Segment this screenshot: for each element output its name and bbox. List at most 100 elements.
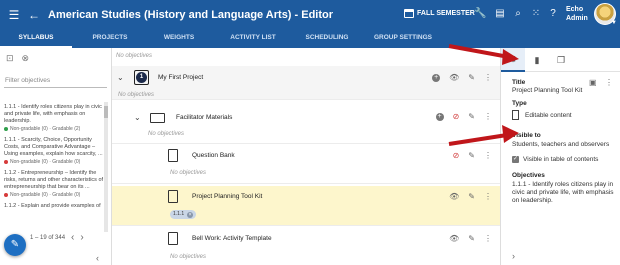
document-icon	[168, 190, 178, 203]
objective-gradable: Gradable (0)	[52, 159, 81, 165]
objective-item[interactable]: 1.1.2 - Entrepreneurship – Identify the …	[0, 166, 111, 199]
objective-text: 1.1.1 - Identify roles citizens play in …	[4, 104, 102, 124]
row-title: Bell Work: Activity Template	[192, 235, 272, 242]
tab-activity-list[interactable]: ACTIVITY LIST	[210, 30, 296, 48]
content-row[interactable]: Question Bank No objectives ⊘ ✎ ⋮	[112, 146, 500, 184]
content-row[interactable]: Bell Work: Activity Template No objectiv…	[112, 228, 500, 265]
tab-scheduling[interactable]: SCHEDULING	[296, 30, 358, 48]
status-dot-icon	[4, 192, 8, 197]
edit-fab-button[interactable]: ✎	[4, 234, 26, 256]
properties-panel: ⚙ ▮ ❐ Title Project Planning Tool Kit ▣ …	[500, 48, 620, 265]
objective-item[interactable]: 1.1.1 - Identify roles citizens play in …	[0, 100, 111, 133]
more-vert-icon[interactable]: ⋮	[484, 192, 492, 201]
eye-icon[interactable]: 👁	[449, 234, 459, 243]
scrollbar-thumb[interactable]	[104, 106, 108, 118]
image-icon[interactable]: ▣	[589, 78, 597, 87]
annotation-arrow-icon	[448, 125, 519, 146]
no-objectives-label: No objectives	[170, 170, 207, 176]
filter-objectives-input[interactable]: Filter objectives	[4, 74, 107, 88]
content-row-selected[interactable]: Project Planning Tool Kit 1.1.1 × 👁 ✎ ⋮	[112, 186, 500, 226]
add-icon[interactable]: +	[432, 73, 441, 82]
row-title: Project Planning Tool Kit	[192, 193, 263, 200]
back-arrow-icon[interactable]: ←	[26, 8, 42, 22]
objective-nongradable: Non-gradable (0)	[10, 192, 48, 198]
eye-icon[interactable]: 👁	[449, 73, 459, 82]
more-vert-icon[interactable]: ⋮	[484, 151, 492, 160]
objectives-pager: 1 – 19 of 344 ‹ ›	[30, 232, 84, 243]
objective-gradable: Gradable (0)	[52, 192, 81, 198]
no-objectives-label: No objectives	[170, 254, 207, 260]
objective-gradable: Gradable (2)	[52, 126, 81, 132]
status-dot-icon	[4, 126, 8, 131]
row-title: Facilitator Materials	[176, 114, 233, 121]
eye-icon[interactable]: 👁	[449, 192, 459, 201]
eye-off-icon[interactable]: ⊘	[453, 151, 460, 160]
objective-item[interactable]: 1.1.1 - Scarcity, Choice, Opportunity Co…	[0, 133, 111, 166]
chevron-left-icon[interactable]: ‹	[71, 232, 74, 243]
folder-row[interactable]: ⌄ Facilitator Materials No objectives + …	[112, 106, 500, 144]
chevron-left-icon[interactable]: ‹	[96, 253, 99, 263]
pager-label: 1 – 19 of 344	[30, 234, 66, 241]
close-icon[interactable]: ×	[187, 211, 194, 218]
no-objectives-label: No objectives	[116, 53, 153, 59]
search-icon[interactable]: ⌕	[512, 8, 524, 20]
objective-nongradable: Non-gradable (0)	[10, 159, 48, 165]
calendar-icon	[404, 9, 414, 18]
annotation-arrow-icon	[448, 44, 519, 65]
pencil-icon[interactable]: ✎	[468, 151, 475, 160]
copy-tab-icon[interactable]: ❐	[549, 48, 573, 72]
semester-label: FALL SEMESTER	[417, 10, 475, 17]
help-icon[interactable]: ?	[547, 8, 559, 20]
tab-syllabus[interactable]: SYLLABUS	[0, 30, 72, 48]
add-icon[interactable]: +	[435, 112, 444, 121]
checkbox-checked-icon[interactable]: ✓	[512, 156, 519, 163]
title-value: Project Planning Tool Kit	[512, 87, 583, 94]
objectives-label: Objectives	[512, 172, 545, 179]
objectives-toolbar: ⊡ ⊗	[0, 48, 111, 68]
type-value: Editable content	[525, 112, 572, 119]
no-objectives-label: No objectives	[148, 131, 185, 137]
focus-icon[interactable]: ⊡	[6, 53, 14, 64]
project-row[interactable]: ⌄ 1 My First Project No objectives + 👁 ✎…	[112, 66, 500, 100]
tab-weights[interactable]: WEIGHTS	[148, 30, 210, 48]
objective-tag-label: 1.1.1	[173, 211, 185, 217]
chevron-right-icon[interactable]: ›	[80, 232, 83, 243]
wrench-icon[interactable]: 🔧	[474, 8, 486, 20]
main-tabs: SYLLABUS PROJECTS WEIGHTS ACTIVITY LIST …	[0, 30, 500, 48]
status-dot-icon	[4, 159, 8, 164]
chevron-down-icon[interactable]: ▼	[611, 20, 617, 26]
file-tab-icon[interactable]: ▮	[525, 48, 549, 72]
row-title: My First Project	[158, 74, 204, 81]
pencil-icon[interactable]: ✎	[468, 234, 475, 243]
document-icon[interactable]: ▤	[494, 8, 506, 20]
pencil-icon[interactable]: ✎	[468, 192, 475, 201]
document-icon	[168, 232, 178, 245]
objective-item[interactable]: 1.1.2 - Explain and provide examples of	[0, 199, 111, 210]
more-vert-icon[interactable]: ⋮	[484, 73, 492, 82]
semester-selector[interactable]: FALL SEMESTER	[404, 9, 475, 18]
visible-toc-label: Visible in table of contents	[523, 156, 599, 163]
more-vert-icon[interactable]: ⋮	[605, 78, 613, 87]
objective-text: 1.1.2 - Explain and provide examples of	[4, 203, 101, 209]
folder-icon	[150, 113, 165, 123]
menu-icon[interactable]: ☰	[6, 8, 22, 22]
tab-projects[interactable]: PROJECTS	[72, 30, 148, 48]
no-objectives-label: No objectives	[118, 92, 155, 98]
chevron-down-icon[interactable]: ⌄	[134, 113, 141, 122]
chevron-right-icon[interactable]: ›	[512, 251, 515, 261]
apps-grid-icon[interactable]: ⁙	[530, 8, 542, 20]
chevron-down-icon[interactable]: ⌄	[117, 73, 124, 82]
project-number-icon: 1	[134, 70, 149, 85]
clear-icon[interactable]: ⊗	[22, 53, 30, 64]
objectives-scrollbar[interactable]	[104, 102, 108, 232]
syllabus-tree: No objectives ⌄ 1 My First Project No ob…	[112, 48, 500, 265]
more-vert-icon[interactable]: ⋮	[484, 234, 492, 243]
objective-tag[interactable]: 1.1.1 ×	[170, 210, 197, 219]
visible-to-value[interactable]: Students, teachers and observers	[512, 141, 609, 149]
objectives-panel: ⊡ ⊗ Filter objectives 1.1.1 - Identify r…	[0, 48, 112, 265]
objective-text: 1.1.2 - Entrepreneurship – Identify the …	[4, 170, 104, 190]
tab-group-settings[interactable]: GROUP SETTINGS	[358, 30, 448, 48]
checklist-icon	[168, 149, 178, 162]
user-name[interactable]: Echo Admin	[566, 5, 588, 23]
pencil-icon[interactable]: ✎	[468, 73, 475, 82]
